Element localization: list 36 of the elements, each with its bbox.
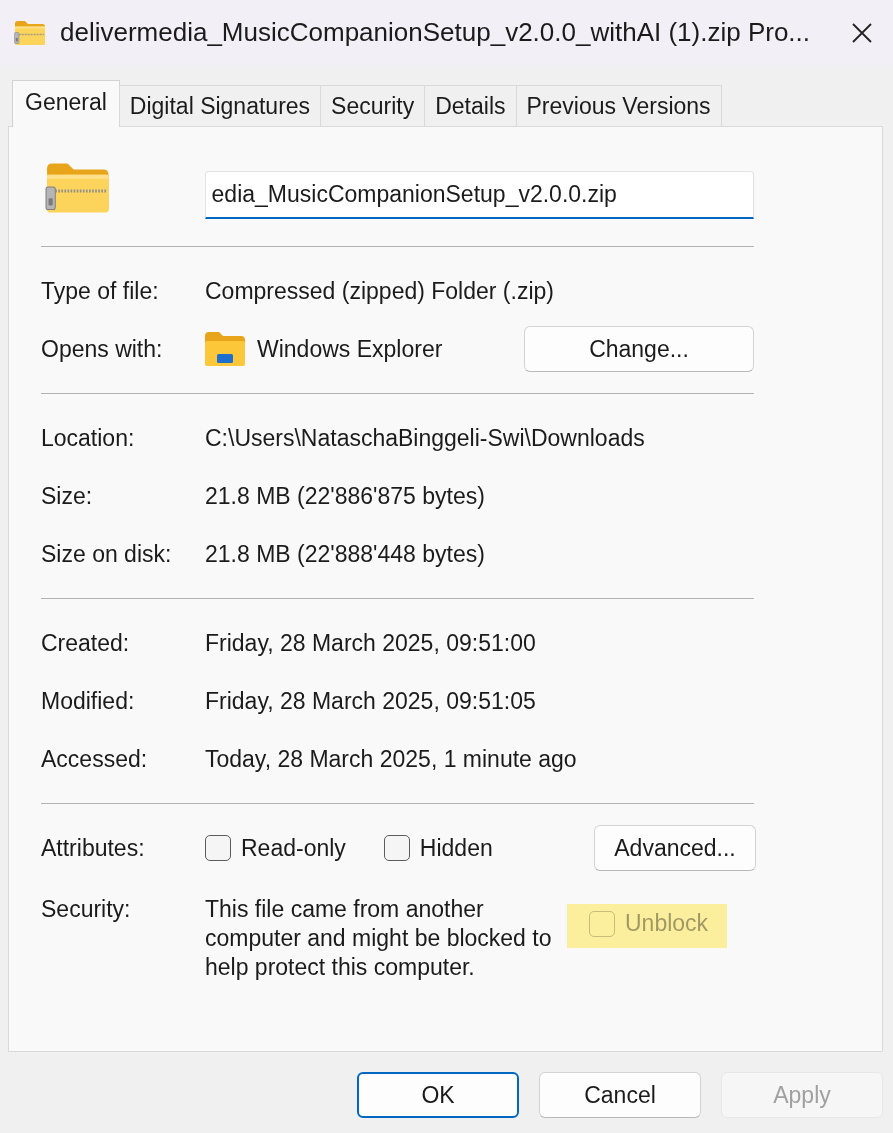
checkbox-icon[interactable] [383, 835, 410, 861]
field-value: 21.8 MB (22'888'448 bytes) [205, 540, 486, 568]
field-value: Compressed (zipped) Folder (.zip) [205, 277, 555, 305]
field-label: Security: [41, 895, 132, 924]
checkbox-icon[interactable] [205, 835, 231, 861]
file-name-field[interactable]: edia_MusicCompanionSetup_v2.0.0.zip [204, 171, 754, 219]
field-value: C:\Users\NataschaBinggeli-Swi\Downloads [205, 424, 646, 452]
zip-folder-icon [45, 161, 111, 215]
app-name: Windows Explorer [257, 335, 443, 363]
field-label: Modified: [41, 687, 136, 715]
zip-folder-icon [14, 19, 46, 46]
window-title: delivermedia_MusicCompanionSetup_v2.0.0_withAI (1).zip Pro... [60, 17, 811, 48]
field-label: Attributes: [41, 834, 146, 862]
field-label: Size: [41, 482, 94, 510]
field-value: 21.8 MB (22'886'875 bytes) [205, 482, 486, 510]
checkbox[interactable]: Read-only [205, 834, 346, 862]
field-label: Size on disk: [41, 540, 173, 568]
tab[interactable]: Digital Signatures [118, 85, 322, 126]
close-icon[interactable] [852, 22, 872, 43]
field-label: Location: [41, 424, 136, 452]
tab[interactable]: Previous Versions [515, 85, 722, 126]
field-label: Created: [41, 629, 131, 657]
cancel-button[interactable]: Cancel [539, 1072, 701, 1118]
security-message: This file came from another computer and might be blocked to help protect this computer. [205, 895, 553, 982]
checkbox[interactable]: Hidden [383, 834, 493, 862]
folder-icon [205, 332, 245, 366]
field-value: Friday, 28 March 2025, 09:51:05 [205, 687, 537, 715]
tab[interactable]: General [12, 80, 120, 127]
field-label: Accessed: [41, 745, 149, 773]
ok-button[interactable]: OK [357, 1072, 519, 1118]
field-value: Friday, 28 March 2025, 09:51:00 [205, 629, 537, 657]
change-button[interactable]: Change... [524, 326, 754, 372]
advanced-button[interactable]: Advanced... [594, 825, 756, 871]
field-label: Type of file: [41, 277, 160, 305]
field-label: Opens with: [41, 335, 164, 363]
field-value: Today, 28 March 2025, 1 minute ago [205, 745, 578, 773]
